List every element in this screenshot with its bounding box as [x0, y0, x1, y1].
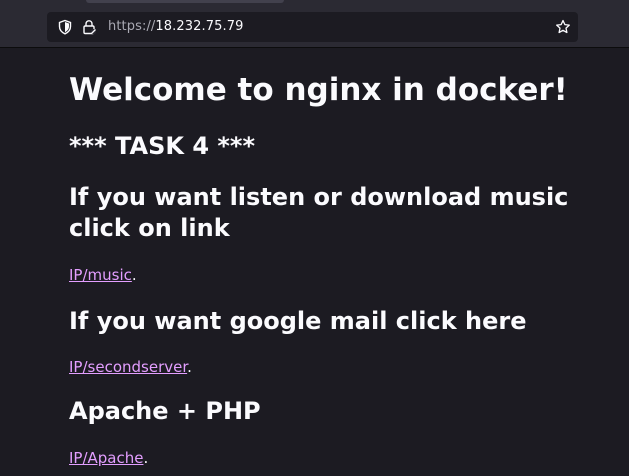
browser-toolbar: https://18.232.75.79: [0, 0, 629, 48]
url-text[interactable]: https://18.232.75.79: [108, 19, 243, 34]
star-icon[interactable]: [553, 17, 573, 37]
apache-link-suffix: .: [143, 449, 149, 467]
secondserver-link-suffix: .: [187, 358, 192, 376]
music-link-paragraph: IP/music.: [69, 266, 137, 284]
active-tab-edge[interactable]: [86, 0, 284, 3]
apache-link[interactable]: IP/Apache: [69, 449, 143, 467]
apache-section-heading: Apache + PHP: [69, 397, 261, 425]
url-host: 18.232.75.79: [155, 19, 244, 34]
url-scheme: https://: [108, 19, 156, 34]
toolbar-divider: [0, 47, 629, 48]
secondserver-link[interactable]: IP/secondserver: [69, 358, 187, 376]
music-section-heading: If you want listen or download music cli…: [69, 183, 569, 242]
lock-icon[interactable]: [79, 17, 99, 37]
page-title: Welcome to nginx in docker!: [69, 72, 568, 108]
mail-section-heading: If you want google mail click here: [69, 307, 527, 335]
shield-icon[interactable]: [55, 17, 75, 37]
address-bar[interactable]: https://18.232.75.79: [47, 12, 578, 42]
apache-link-paragraph: IP/Apache.: [69, 449, 148, 467]
music-link[interactable]: IP/music: [69, 266, 132, 284]
music-link-suffix: .: [131, 266, 137, 284]
task-heading: *** TASK 4 ***: [69, 132, 256, 160]
secondserver-link-paragraph: IP/secondserver.: [69, 358, 192, 376]
